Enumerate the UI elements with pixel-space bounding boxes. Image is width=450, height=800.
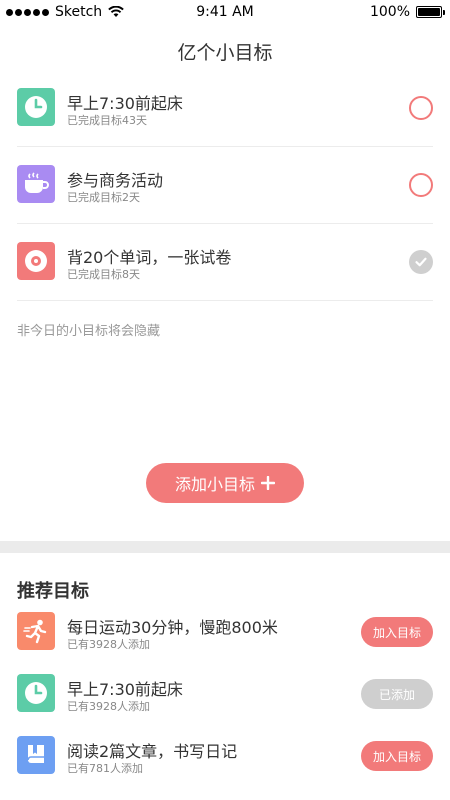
recommended-item-reading[interactable]: 阅读2篇文章，书写日记 已有781人添加 加入目标 <box>17 724 433 786</box>
add-goal-label: 添加小目标 <box>174 475 255 494</box>
recommended-title: 早上7:30前起床 <box>67 680 183 699</box>
goal-item-business[interactable]: 参与商务活动 已完成目标2天 <box>17 147 433 224</box>
goal-check-toggle[interactable] <box>409 173 433 197</box>
goal-item-vocabulary[interactable]: 背20个单词，一张试卷 已完成目标8天 <box>17 224 433 301</box>
battery-status: 100% <box>369 4 445 20</box>
goal-progress: 已完成目标8天 <box>67 268 140 281</box>
goal-title: 早上7:30前起床 <box>67 94 183 113</box>
recommended-item-wake-up[interactable]: 早上7:30前起床 已有3928人添加 已添加 <box>17 662 433 724</box>
recommended-title: 每日运动30分钟，慢跑800米 <box>67 618 278 637</box>
recommended-item-running[interactable]: 每日运动30分钟，慢跑800米 已有3928人添加 加入目标 <box>17 600 433 662</box>
goal-list: 早上7:30前起床 已完成目标43天 参与商务活动 已完成目标2天 背20个单词… <box>17 70 433 301</box>
hidden-goals-hint: 非今日的小目标将会隐藏 <box>17 324 161 339</box>
checkmark-icon <box>415 257 427 267</box>
book-icon <box>17 736 55 774</box>
clock-icon <box>17 674 55 712</box>
goal-check-toggle[interactable] <box>409 96 433 120</box>
recommended-list: 每日运动30分钟，慢跑800米 已有3928人添加 加入目标 早上7:30前起床… <box>17 600 433 786</box>
recommended-count: 已有3928人添加 <box>67 700 150 713</box>
runner-icon <box>17 612 55 650</box>
recommended-count: 已有781人添加 <box>67 762 143 775</box>
goal-progress: 已完成目标2天 <box>67 191 140 204</box>
recommended-title: 阅读2篇文章，书写日记 <box>67 742 238 761</box>
goal-progress: 已完成目标43天 <box>67 114 147 127</box>
added-goal-button[interactable]: 已添加 <box>361 679 433 709</box>
status-bar: Sketch 9:41 AM 100% <box>0 0 450 26</box>
battery-icon <box>416 6 445 18</box>
goal-title: 背20个单词，一张试卷 <box>67 248 232 267</box>
battery-percent: 100% <box>369 4 410 20</box>
goal-check-toggle[interactable] <box>409 250 433 274</box>
join-goal-button[interactable]: 加入目标 <box>361 617 433 647</box>
coffee-cup-icon <box>17 165 55 203</box>
section-divider <box>0 541 450 553</box>
page-title: 亿个小目标 <box>177 42 273 64</box>
recommended-count: 已有3928人添加 <box>67 638 150 651</box>
goal-item-wake-up[interactable]: 早上7:30前起床 已完成目标43天 <box>17 70 433 147</box>
join-goal-button[interactable]: 加入目标 <box>361 741 433 771</box>
goal-title: 参与商务活动 <box>67 171 164 190</box>
clock-icon <box>17 88 55 126</box>
record-disc-icon <box>17 242 55 280</box>
add-goal-button[interactable]: 添加小目标 <box>146 463 304 503</box>
plus-icon <box>261 476 275 490</box>
